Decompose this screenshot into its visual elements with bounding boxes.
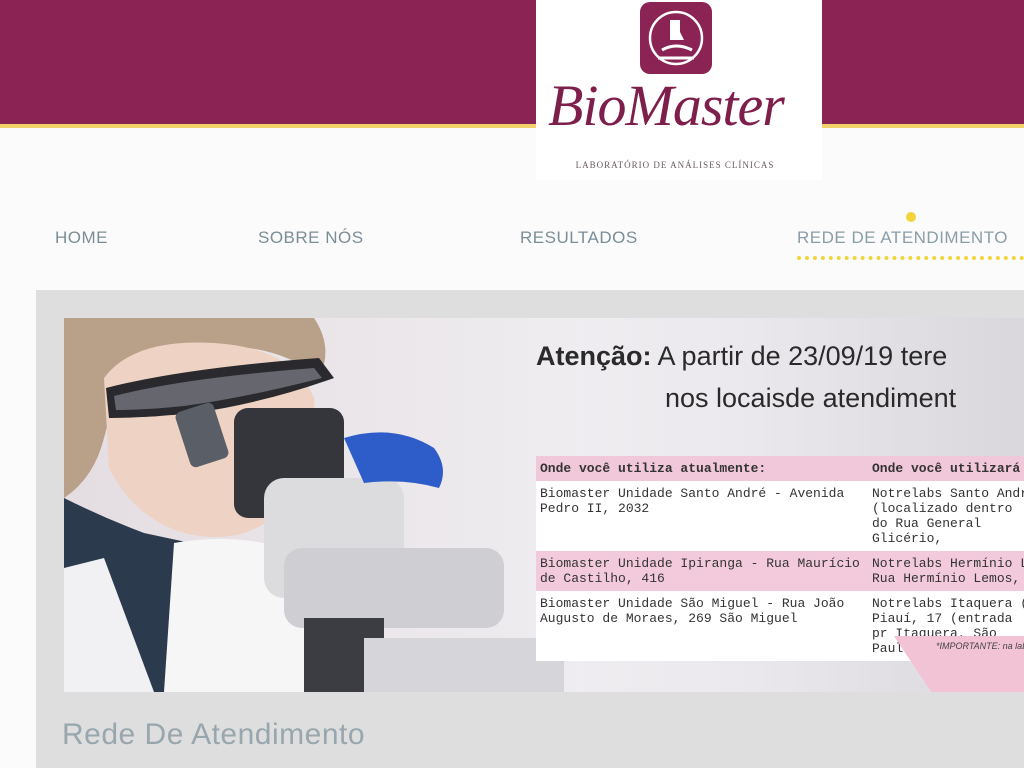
nav-sobre-nos[interactable]: SOBRE NÓS <box>258 228 364 248</box>
banner-heading-line1: Atenção: A partir de 23/09/19 tere <box>536 336 1024 376</box>
microscope-icon[interactable] <box>640 2 712 74</box>
header-divider <box>0 124 1024 128</box>
brand-name: BioMaster <box>548 73 785 138</box>
nav-home[interactable]: HOME <box>55 228 108 248</box>
header-bar <box>0 0 1024 124</box>
table-cell-current: Biomaster Unidade Santo André - Avenida … <box>536 481 868 551</box>
table-header-current: Onde você utiliza atualmente: <box>536 456 868 481</box>
banner-heading-text: A partir de 23/09/19 tere <box>657 341 948 371</box>
nav-active-indicator <box>906 212 916 222</box>
page-title: Rede De Atendimento <box>62 718 366 751</box>
table-header-future: Onde você utilizará <box>868 456 1024 481</box>
banner-heading-bold: Atenção: <box>536 341 652 371</box>
important-note: *IMPORTANTE: na laboratório Notre <box>936 641 1024 651</box>
table-row: Biomaster Unidade Ipiranga - Rua Mauríci… <box>536 551 1024 591</box>
nav-rede-de-atendimento[interactable]: REDE DE ATENDIMENTO <box>797 228 1008 248</box>
announcement-banner[interactable]: Atenção: A partir de 23/09/19 tere nos l… <box>64 318 1024 692</box>
nav-resultados[interactable]: RESULTADOS <box>520 228 638 248</box>
scientist-microscope-image <box>64 318 584 692</box>
logo-mark-graphic <box>648 10 704 66</box>
table-cell-future: Notrelabs Santo Andr (localizado dentro … <box>868 481 1024 551</box>
table-row: Biomaster Unidade Santo André - Avenida … <box>536 481 1024 551</box>
main-nav: HOME SOBRE NÓS RESULTADOS REDE DE ATENDI… <box>0 218 1024 258</box>
nav-active-underline <box>797 256 1024 260</box>
banner-heading-line2: nos locaisde atendiment <box>665 383 957 413</box>
table-cell-current: Biomaster Unidade São Miguel - Rua João … <box>536 591 868 661</box>
brand-subtitle: LABORATÓRIO DE ANÁLISES CLÍNICAS <box>575 160 775 170</box>
table-cell-future: Notrelabs Hermínio L Rua Hermínio Lemos, <box>868 551 1024 591</box>
table-cell-current: Biomaster Unidade Ipiranga - Rua Mauríci… <box>536 551 868 591</box>
table-header-row: Onde você utiliza atualmente: Onde você … <box>536 456 1024 481</box>
location-table: Onde você utiliza atualmente: Onde você … <box>536 456 1024 661</box>
